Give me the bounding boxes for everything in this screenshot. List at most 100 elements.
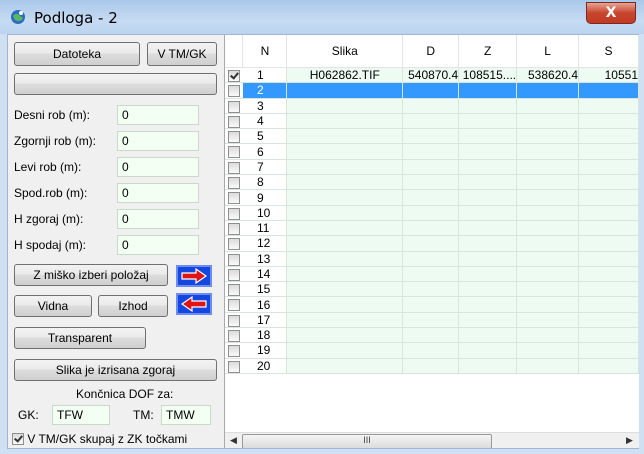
table-row[interactable]: 9	[225, 189, 639, 206]
cell-z[interactable]	[458, 189, 518, 206]
cell-z[interactable]	[458, 312, 518, 329]
arrow-right-button[interactable]	[176, 265, 212, 287]
cell-d[interactable]	[402, 266, 460, 283]
row-checkbox-cell[interactable]	[225, 143, 243, 160]
cell-slika[interactable]	[286, 189, 404, 206]
cell-n[interactable]: 10	[242, 205, 288, 221]
table-row[interactable]: 13	[225, 251, 639, 267]
row-checkbox-cell[interactable]	[225, 281, 243, 298]
cell-n[interactable]: 18	[242, 327, 288, 344]
cell-s[interactable]	[578, 143, 639, 160]
row-checkbox[interactable]	[227, 222, 240, 235]
cell-slika[interactable]	[286, 327, 404, 344]
row-checkbox-cell[interactable]	[225, 266, 243, 283]
cell-l[interactable]	[516, 98, 580, 114]
cell-l[interactable]	[516, 220, 580, 237]
cell-n[interactable]: 12	[242, 235, 288, 252]
cell-s[interactable]	[578, 296, 639, 313]
cell-slika[interactable]	[286, 82, 404, 99]
row-checkbox-cell[interactable]	[225, 251, 243, 267]
cell-slika[interactable]: H062862.TIF	[286, 67, 404, 84]
row-checkbox[interactable]	[227, 253, 240, 266]
cell-z[interactable]	[458, 327, 518, 344]
cell-s[interactable]	[578, 327, 639, 344]
column-header[interactable]	[225, 35, 244, 68]
cell-d[interactable]	[402, 113, 460, 130]
cell-z[interactable]	[458, 342, 518, 359]
tm-gk-button[interactable]: V TM/GK	[147, 42, 217, 66]
scroll-thumb[interactable]: III	[242, 434, 492, 448]
cell-n[interactable]: 20	[242, 358, 288, 374]
cell-n[interactable]: 19	[242, 342, 288, 359]
cell-slika[interactable]	[286, 296, 404, 313]
cell-n[interactable]: 16	[242, 296, 288, 313]
row-checkbox-cell[interactable]	[225, 327, 243, 344]
cell-z[interactable]	[458, 82, 518, 99]
cell-z[interactable]	[458, 266, 518, 283]
cell-s[interactable]	[578, 251, 639, 267]
table-row[interactable]: 2	[225, 82, 639, 99]
cell-s[interactable]	[578, 205, 639, 221]
cell-slika[interactable]	[286, 143, 404, 160]
cell-l[interactable]	[516, 143, 580, 160]
cell-l[interactable]	[516, 281, 580, 298]
row-checkbox-cell[interactable]	[225, 82, 243, 99]
cell-n[interactable]: 8	[242, 174, 288, 191]
table-row[interactable]: 10	[225, 205, 639, 221]
cell-slika[interactable]	[286, 342, 404, 359]
cell-d[interactable]	[402, 296, 460, 313]
cell-z[interactable]: 108515....	[458, 67, 518, 84]
row-checkbox-cell[interactable]	[225, 113, 243, 130]
blank-button[interactable]	[14, 73, 217, 95]
cell-n[interactable]: 17	[242, 312, 288, 329]
file-button[interactable]: Datoteka	[14, 42, 140, 66]
row-checkbox[interactable]	[227, 131, 240, 143]
row-checkbox[interactable]	[227, 69, 240, 82]
cell-s[interactable]	[578, 312, 639, 329]
cell-n[interactable]: 13	[242, 251, 288, 267]
cell-d[interactable]	[402, 251, 460, 267]
cell-n[interactable]: 2	[242, 82, 288, 99]
cell-n[interactable]: 4	[242, 113, 288, 130]
row-checkbox[interactable]	[227, 345, 240, 358]
mouse-select-position-button[interactable]: Z miško izberi položaj	[14, 264, 168, 286]
cell-s[interactable]	[578, 281, 639, 298]
cell-l[interactable]	[516, 82, 580, 99]
gk-extension-field[interactable]: TFW	[52, 405, 110, 425]
row-checkbox[interactable]	[227, 330, 240, 342]
cell-l[interactable]	[516, 312, 580, 329]
row-checkbox-cell[interactable]	[225, 174, 243, 191]
cell-d[interactable]	[402, 143, 460, 160]
cell-z[interactable]	[458, 281, 518, 298]
cell-n[interactable]: 9	[242, 189, 288, 206]
cell-d[interactable]	[402, 235, 460, 252]
row-checkbox[interactable]	[227, 100, 240, 113]
arrow-left-button[interactable]	[176, 293, 212, 315]
close-button[interactable]: X	[586, 2, 636, 24]
cell-n[interactable]: 7	[242, 159, 288, 176]
cell-l[interactable]	[516, 174, 580, 191]
row-checkbox-cell[interactable]	[225, 312, 243, 329]
cell-l[interactable]	[516, 205, 580, 221]
column-header[interactable]: D	[402, 35, 460, 68]
cell-s[interactable]	[578, 174, 639, 191]
title-bar[interactable]: Podloga - 2 X	[0, 0, 644, 34]
row-checkbox[interactable]	[227, 268, 240, 281]
cell-slika[interactable]	[286, 266, 404, 283]
cell-slika[interactable]	[286, 312, 404, 329]
table-row[interactable]: 12	[225, 235, 639, 252]
cell-n[interactable]: 6	[242, 143, 288, 160]
row-checkbox-cell[interactable]	[225, 205, 243, 221]
cell-d[interactable]	[402, 82, 460, 99]
cell-l[interactable]	[516, 266, 580, 283]
column-header[interactable]: N	[242, 35, 288, 68]
row-checkbox-cell[interactable]	[225, 67, 243, 84]
table-row[interactable]: 6	[225, 143, 639, 160]
cell-slika[interactable]	[286, 98, 404, 114]
visible-button[interactable]: Vidna	[14, 295, 92, 317]
cell-slika[interactable]	[286, 220, 404, 237]
cell-z[interactable]	[458, 98, 518, 114]
cell-s[interactable]	[578, 159, 639, 176]
table-row[interactable]: 3	[225, 98, 639, 114]
cell-z[interactable]	[458, 358, 518, 374]
